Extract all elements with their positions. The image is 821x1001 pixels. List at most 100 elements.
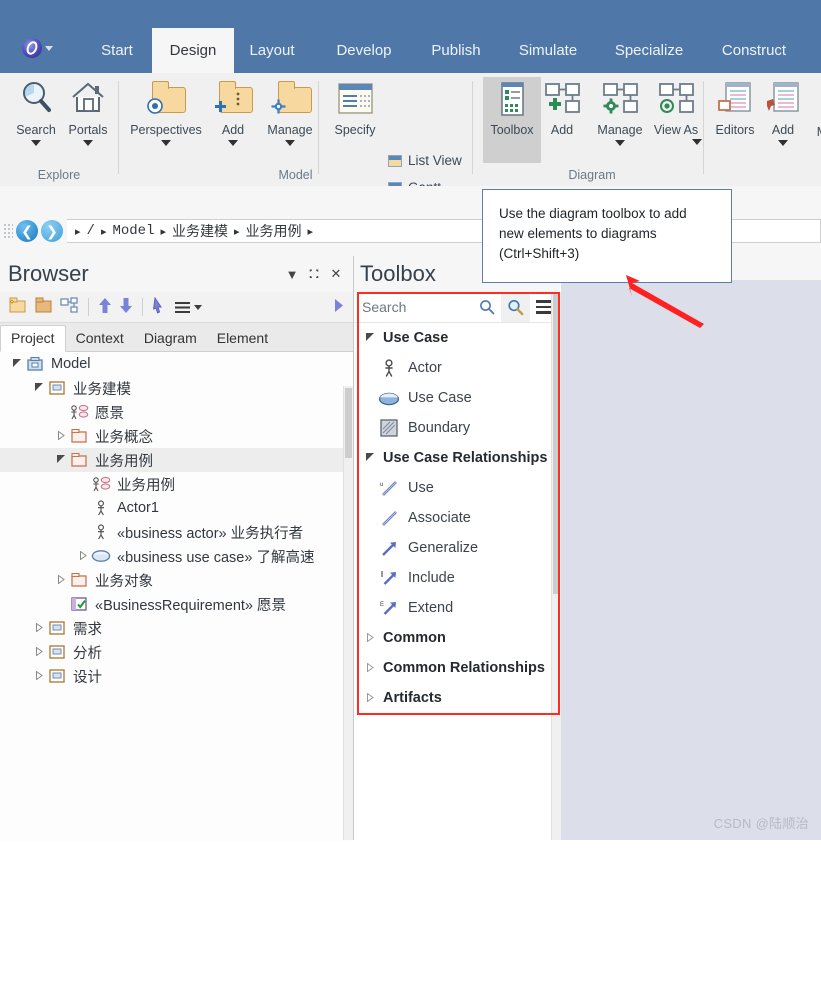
chevron-down-icon[interactable] <box>285 140 295 146</box>
toolbox-section-header[interactable]: Common Relationships <box>354 653 560 683</box>
ribbon-tab-simulate[interactable]: Simulate <box>505 28 591 73</box>
tree-item[interactable]: 业务用例 <box>0 472 353 496</box>
collapse-triangle-icon[interactable] <box>10 358 24 370</box>
tree-item[interactable]: «business use case» 了解高速 <box>0 544 353 568</box>
toolbox-find-button[interactable] <box>501 292 530 322</box>
breadcrumb-item-business-modeling[interactable]: 业务建模 <box>172 221 228 241</box>
ribbon-tab-publish[interactable]: Publish <box>418 28 494 73</box>
ribbon-button-toolbox[interactable]: Toolbox <box>483 77 541 163</box>
breadcrumb-item-business-usecase[interactable]: 业务用例 <box>246 221 302 241</box>
toolbox-item[interactable]: Associate <box>354 503 560 533</box>
ribbon-button-editors[interactable]: Editors <box>706 77 764 137</box>
browser-tab-element[interactable]: Element <box>207 326 278 351</box>
breadcrumb-item-root[interactable]: / <box>87 223 95 239</box>
chevron-down-icon[interactable] <box>778 140 788 146</box>
tree-item[interactable]: Model <box>0 352 353 376</box>
toolbox-item[interactable]: Include <box>354 563 560 593</box>
back-arrow-icon[interactable]: ❮ <box>16 220 38 242</box>
list-menu-icon[interactable] <box>174 301 202 314</box>
chevron-down-icon[interactable] <box>615 140 625 146</box>
chevron-down-icon[interactable] <box>692 139 702 145</box>
tree-item[interactable]: 愿景 <box>0 400 353 424</box>
tree-item[interactable]: «business actor» 业务执行者 <box>0 520 353 544</box>
expand-triangle-icon[interactable] <box>32 670 46 682</box>
expand-right-icon[interactable] <box>333 298 345 316</box>
folder-eye-icon <box>144 77 188 121</box>
expand-triangle-icon <box>361 692 379 704</box>
open-package-icon[interactable] <box>34 297 53 317</box>
toolbox-section-header[interactable]: Use Case Relationships <box>354 443 560 473</box>
ribbon-button-diagram-manage[interactable]: Manage <box>589 77 651 146</box>
ribbon-button-portals[interactable]: Portals <box>56 77 120 146</box>
tree-item[interactable]: 业务建模 <box>0 376 353 400</box>
toolbox-item[interactable]: Generalize <box>354 533 560 563</box>
expand-triangle-icon[interactable] <box>54 430 68 442</box>
ribbon-button-editors-add[interactable]: Add <box>758 77 808 146</box>
expand-triangle-icon[interactable] <box>76 550 90 562</box>
ribbon-tab-design[interactable]: Design <box>152 28 234 73</box>
tree-item[interactable]: 业务概念 <box>0 424 353 448</box>
collapse-triangle-icon[interactable] <box>54 454 68 466</box>
toolbox-section-label: Common Relationships <box>383 660 545 676</box>
toolbox-section-header[interactable]: Common <box>354 623 560 653</box>
browser-tab-context[interactable]: Context <box>66 326 134 351</box>
ribbon-button-specify[interactable]: Specify <box>325 77 385 137</box>
toolbox-scrollbar[interactable] <box>551 292 561 840</box>
chevron-down-icon[interactable] <box>31 140 41 146</box>
diagram-canvas[interactable]: 业务执行者 CSDN @陆顺治 <box>561 280 821 840</box>
move-down-icon[interactable] <box>119 297 133 317</box>
tree-item[interactable]: 业务用例 <box>0 448 353 472</box>
tree-item[interactable]: 设计 <box>0 664 353 688</box>
drag-grip-icon[interactable] <box>3 223 13 239</box>
ribbon-tab-develop[interactable]: Develop <box>320 28 408 73</box>
model-views-icon[interactable] <box>60 297 79 317</box>
toolbox-section-header[interactable]: Use Case <box>354 323 560 353</box>
ribbon-button-perspectives[interactable]: Perspectives <box>126 77 206 146</box>
toolbox-item[interactable]: Use Case <box>354 383 560 413</box>
new-package-icon[interactable] <box>8 297 27 317</box>
close-icon[interactable]: ✕ <box>325 263 347 285</box>
tree-item[interactable]: 需求 <box>0 616 353 640</box>
toolbox-section-header[interactable]: Artifacts <box>354 683 560 713</box>
ribbon-button-diagram-add[interactable]: Add <box>536 77 588 137</box>
ribbon-button-model-manage[interactable]: Manage <box>258 77 322 146</box>
boundary-icon <box>376 419 402 437</box>
browser-tab-project[interactable]: Project <box>0 325 66 352</box>
ribbon-tab-specialize[interactable]: Specialize <box>600 28 698 73</box>
tree-item[interactable]: 业务对象 <box>0 568 353 592</box>
chevron-down-icon <box>45 45 53 51</box>
expand-triangle-icon[interactable] <box>32 646 46 658</box>
pin-icon[interactable]: ⛚ <box>303 263 325 285</box>
toolbox-item-label: Associate <box>408 510 471 526</box>
search-input[interactable]: Search <box>354 292 501 322</box>
toolbox-item[interactable]: Boundary <box>354 413 560 443</box>
select-pointer-icon[interactable] <box>152 296 167 317</box>
expand-triangle-icon[interactable] <box>32 622 46 634</box>
chevron-down-icon[interactable] <box>83 140 93 146</box>
toolbox-item[interactable]: Actor <box>354 353 560 383</box>
ribbon-tab-start[interactable]: Start <box>86 28 148 73</box>
ribbon-tab-layout[interactable]: Layout <box>237 28 307 73</box>
move-up-icon[interactable] <box>98 297 112 317</box>
app-menu-button[interactable] <box>22 33 66 63</box>
group-label: Diagram <box>568 168 616 182</box>
ribbon-button-clipped[interactable]: M <box>812 77 821 139</box>
chevron-down-icon[interactable]: ▼ <box>281 263 303 285</box>
forward-arrow-icon[interactable]: ❯ <box>41 220 63 242</box>
browser-tab-diagram[interactable]: Diagram <box>134 326 207 351</box>
breadcrumb-item-model[interactable]: Model <box>112 223 154 239</box>
toolbox-item[interactable]: u Use <box>354 473 560 503</box>
ribbon-tab-construct[interactable]: Construct <box>708 28 800 73</box>
tree-item[interactable]: «BusinessRequirement» 愿景 <box>0 592 353 616</box>
tree-item[interactable]: 分析 <box>0 640 353 664</box>
ribbon-button-model-add[interactable]: Add <box>208 77 258 146</box>
ribbon-button-view-as[interactable]: View As <box>648 77 704 145</box>
ribbon-check-listview[interactable]: List View <box>388 153 462 168</box>
chevron-down-icon[interactable] <box>161 140 171 146</box>
expand-triangle-icon[interactable] <box>54 574 68 586</box>
chevron-down-icon[interactable] <box>228 140 238 146</box>
browser-scrollbar[interactable] <box>343 386 353 840</box>
collapse-triangle-icon[interactable] <box>32 382 46 394</box>
tree-item[interactable]: Actor1 <box>0 496 353 520</box>
toolbox-item[interactable]: E Extend <box>354 593 560 623</box>
